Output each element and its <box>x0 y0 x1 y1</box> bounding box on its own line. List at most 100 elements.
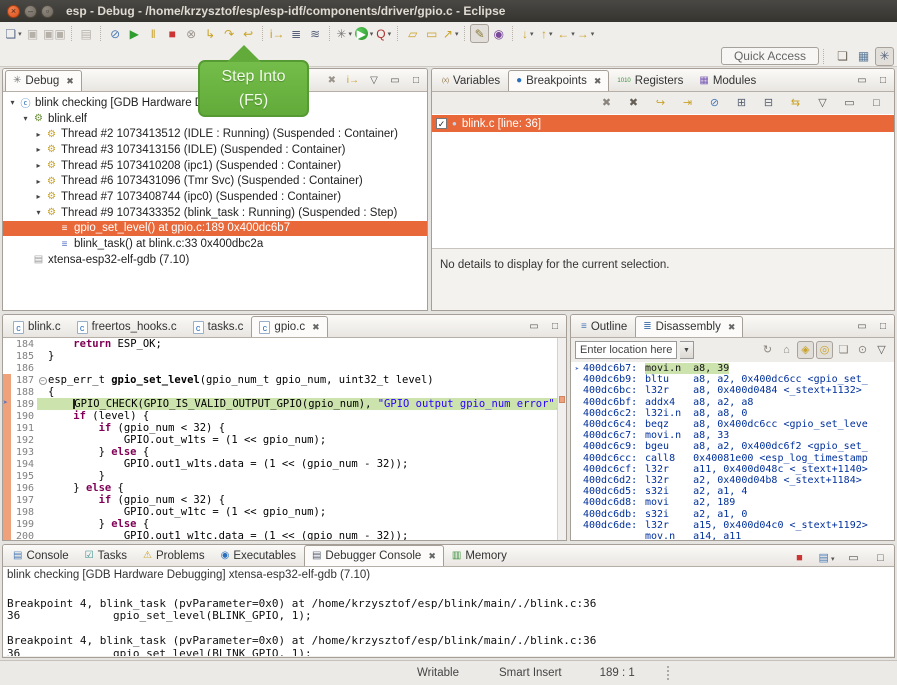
save-all-button[interactable]: ▣▣ <box>42 24 67 43</box>
debug-tree-item[interactable]: ▸⚙Thread #2 1073413512 (IDLE : Running) … <box>3 126 427 142</box>
view-menu-button[interactable]: ▽ <box>873 341 890 359</box>
maximize-view-button[interactable]: □ <box>867 94 886 113</box>
remove-all-breakpoints-button[interactable]: ✖ <box>624 94 643 113</box>
trace-control-button[interactable]: ≋ <box>306 24 325 43</box>
debug-perspective-button[interactable]: ✳ <box>875 47 894 66</box>
skip-all-breakpoints-toggle[interactable]: ⊘ <box>705 94 724 113</box>
debug-tree-item[interactable]: ▸⚙Thread #3 1073413156 (IDLE) (Suspended… <box>3 142 427 158</box>
close-tab-icon[interactable]: ✖ <box>428 551 436 562</box>
maximize-window-button[interactable]: ▫ <box>41 5 54 18</box>
tab-blink-c[interactable]: cblink.c <box>5 316 69 337</box>
view-menu-button[interactable]: ▽ <box>813 94 832 113</box>
console-output[interactable]: Breakpoint 4, blink_task (pvParameter=0x… <box>3 584 894 656</box>
debug-tree-item[interactable]: ▤xtensa-esp32-elf-gdb (7.10) <box>3 252 427 268</box>
tab-disassembly[interactable]: ≣Disassembly✖ <box>635 316 743 337</box>
maximize-view-button[interactable]: □ <box>876 73 890 88</box>
close-tab-icon[interactable]: ✖ <box>594 76 602 87</box>
breakpoint-checkbox[interactable]: ✓ <box>436 118 447 129</box>
disassembly-listing[interactable]: ➤400dc6b7:movi.n a8, 39400dc6b9:bltu a8,… <box>571 362 894 540</box>
tree-expander-icon[interactable]: ▾ <box>20 114 31 123</box>
previous-annotation-button[interactable]: ↑▾ <box>537 24 556 43</box>
tree-expander-icon[interactable]: ▾ <box>33 208 44 217</box>
view-menu-button[interactable]: ▽ <box>367 73 381 88</box>
tab-gpio-c[interactable]: cgpio.c✖ <box>251 316 327 337</box>
minimize-view-button[interactable]: ▭ <box>840 94 859 113</box>
location-dropdown-button[interactable]: ▼ <box>680 341 694 359</box>
show-source-toggle[interactable]: ◈ <box>797 341 814 359</box>
close-window-button[interactable]: × <box>7 5 20 18</box>
tab-variables[interactable]: (x)Variables <box>434 70 508 91</box>
debug-tree-item[interactable]: ▾⚙Thread #9 1073433352 (blink_task : Run… <box>3 205 427 221</box>
terminate-console-button[interactable]: ■ <box>790 549 809 568</box>
step-into-button[interactable]: ↳ <box>201 24 220 43</box>
home-button[interactable]: ⌂ <box>778 341 795 359</box>
maximize-view-button[interactable]: □ <box>548 319 562 334</box>
open-folder-button[interactable]: ▭ <box>422 24 441 43</box>
remove-all-terminated-button[interactable]: ✖ <box>325 73 339 88</box>
debug-tree-item[interactable]: ≡gpio_set_level() at gpio.c:189 0x400dc6… <box>3 221 427 237</box>
tab-modules[interactable]: ▦Modules <box>691 70 764 91</box>
goto-file-button[interactable]: ⇥ <box>678 94 697 113</box>
tab-registers[interactable]: 1010Registers <box>609 70 691 91</box>
tree-expander-icon[interactable]: ▸ <box>33 177 44 186</box>
expand-all-button[interactable]: ⊞ <box>732 94 751 113</box>
debug-history-button[interactable]: ✳▾ <box>335 24 354 43</box>
tab-breakpoints[interactable]: ●Breakpoints✖ <box>508 70 609 91</box>
tab-problems[interactable]: ⚠Problems <box>135 545 213 566</box>
minimize-view-button[interactable]: ▭ <box>388 73 402 88</box>
minimize-window-button[interactable]: – <box>24 5 37 18</box>
cpp-perspective-button[interactable]: ▦ <box>854 47 873 66</box>
tab-executables[interactable]: ◉Executables <box>213 545 304 566</box>
remove-breakpoint-button[interactable]: ✖ <box>597 94 616 113</box>
tab-console[interactable]: ▤Console <box>5 545 77 566</box>
show-annotations-button[interactable]: ◉ <box>489 24 508 43</box>
step-return-button[interactable]: ↩ <box>239 24 258 43</box>
debug-tree-item[interactable]: ≡blink_task() at blink.c:33 0x400dbc2a <box>3 236 427 252</box>
open-new-view-button[interactable]: ❏ <box>835 341 852 359</box>
location-input[interactable]: Enter location here <box>575 341 677 359</box>
new-wizard-button[interactable]: ❏▾ <box>4 24 23 43</box>
breakpoint-row[interactable]: ✓●blink.c [line: 36] <box>432 115 894 132</box>
tab-outline[interactable]: ≡Outline <box>573 316 635 337</box>
last-edit-location-button[interactable]: ↓▾ <box>518 24 537 43</box>
maximize-view-button[interactable]: □ <box>409 73 423 88</box>
save-button[interactable]: ▣ <box>23 24 42 43</box>
close-tab-icon[interactable]: ✖ <box>312 322 320 333</box>
resume-button[interactable]: ▶ <box>125 24 144 43</box>
minimize-view-button[interactable]: ▭ <box>855 319 869 334</box>
external-tools-button[interactable]: Q▾ <box>374 24 393 43</box>
launch-button[interactable]: ↗▾ <box>441 24 460 43</box>
quick-access-button[interactable]: Quick Access <box>721 47 819 65</box>
display-selected-console-button[interactable]: ▤▾ <box>817 549 836 568</box>
open-perspective-button[interactable]: ❏ <box>833 47 852 66</box>
code-editor[interactable]: 184 return ESP_OK;185}186187−esp_err_t g… <box>3 338 566 540</box>
link-with-debug-view-toggle[interactable]: ⇆ <box>786 94 805 113</box>
fold-marker-icon[interactable]: − <box>37 374 48 386</box>
skip-all-breakpoints-button[interactable]: ⊘ <box>106 24 125 43</box>
disconnect-button[interactable]: ⊗ <box>182 24 201 43</box>
minimize-view-button[interactable]: ▭ <box>844 549 863 568</box>
maximize-view-button[interactable]: □ <box>876 319 890 334</box>
tree-expander-icon[interactable]: ▸ <box>33 192 44 201</box>
instruction-stepping-button[interactable]: i→ <box>268 24 287 43</box>
tree-expander-icon[interactable]: ▸ <box>33 130 44 139</box>
collapse-all-button[interactable]: ⊟ <box>759 94 778 113</box>
terminate-button[interactable]: ■ <box>163 24 182 43</box>
instruction-stepping-mode-button[interactable]: i→ <box>346 73 360 88</box>
tree-expander-icon[interactable]: ▸ <box>33 145 44 154</box>
tree-expander-icon[interactable]: ▾ <box>7 98 18 107</box>
show-debug-sets-button[interactable]: ≣ <box>287 24 306 43</box>
open-c-project-button[interactable]: ▱ <box>403 24 422 43</box>
tab-memory[interactable]: ▥Memory <box>444 545 515 566</box>
tab-debug[interactable]: ✳Debug✖ <box>5 70 82 91</box>
close-tab-icon[interactable]: ✖ <box>66 76 74 87</box>
forward-button[interactable]: →▾ <box>576 24 596 43</box>
suspend-button[interactable]: ‖ <box>144 24 163 43</box>
close-tab-icon[interactable]: ✖ <box>728 322 736 333</box>
step-over-button[interactable]: ↷ <box>220 24 239 43</box>
debug-tree-item[interactable]: ▸⚙Thread #5 1073410208 (ipc1) (Suspended… <box>3 158 427 174</box>
tab-tasks[interactable]: ☑Tasks <box>77 545 135 566</box>
show-breakpoints-for-button[interactable]: ↪ <box>651 94 670 113</box>
overview-ruler[interactable] <box>557 338 566 540</box>
sync-with-context-toggle[interactable]: ◎ <box>816 341 833 359</box>
